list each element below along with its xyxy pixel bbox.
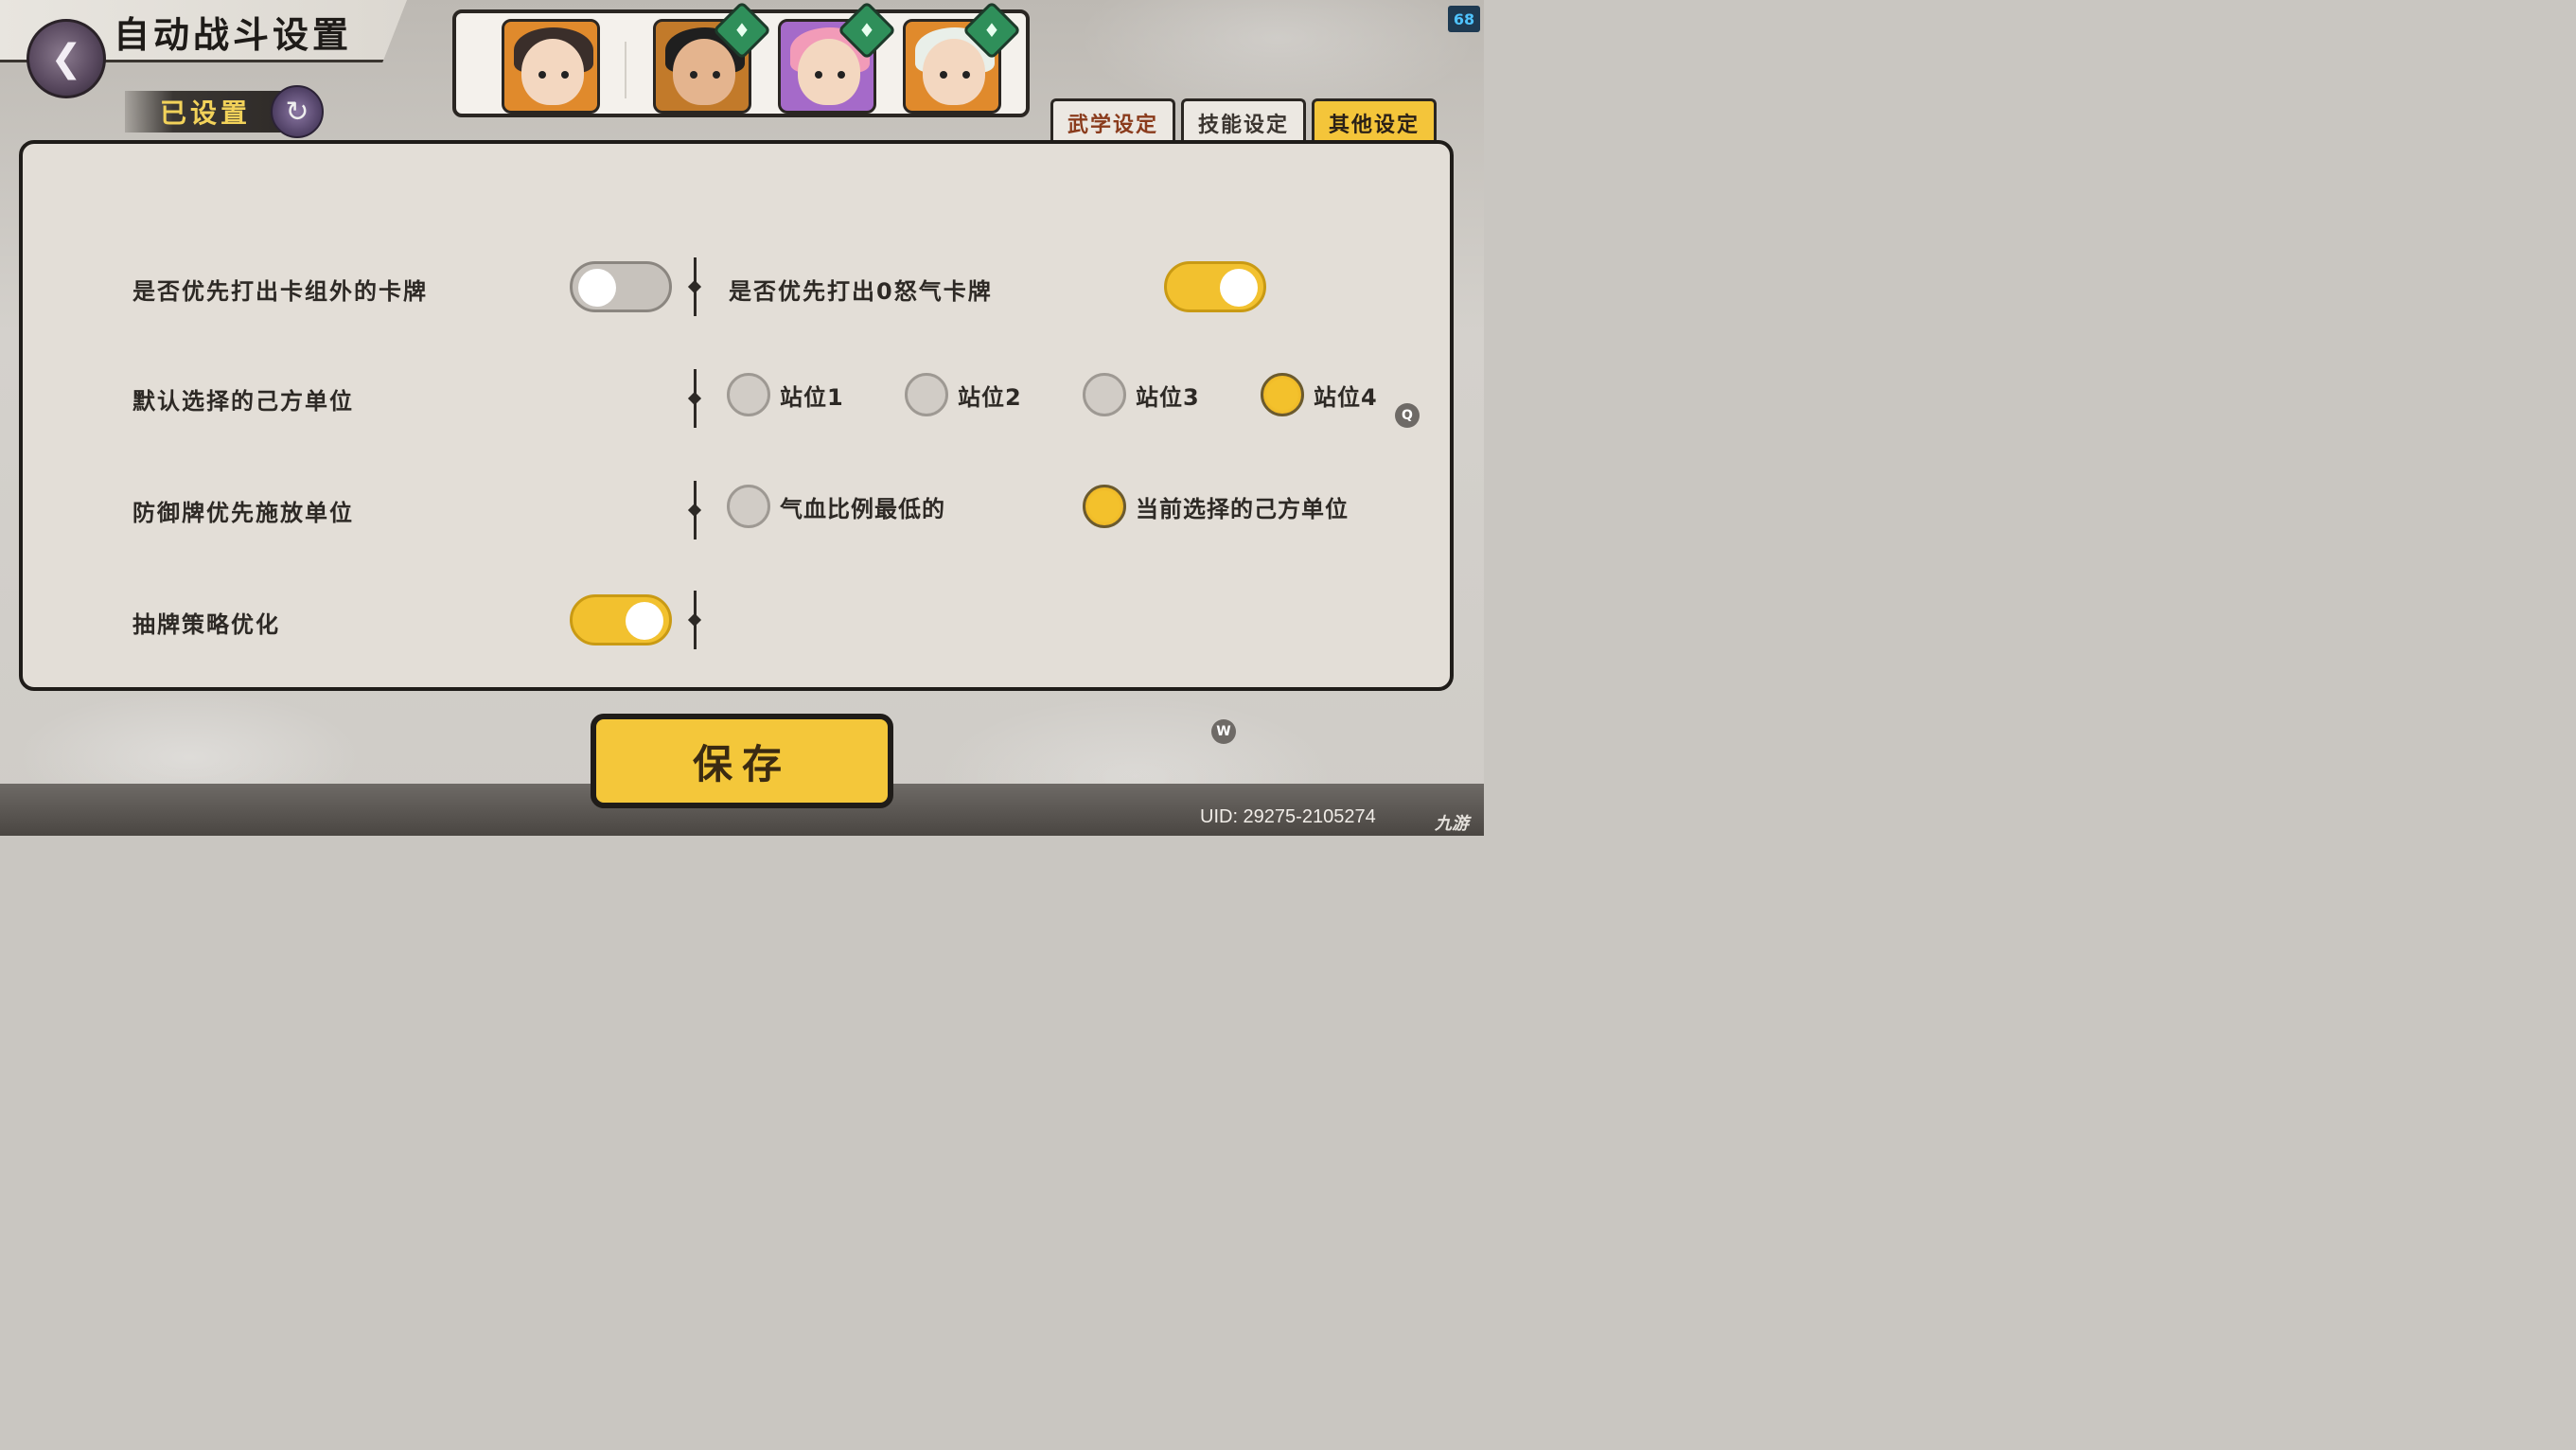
hero-lineup: ♦ ♦ ♦ [452, 0, 1030, 117]
watermark-logo: 九游 [1435, 814, 1469, 833]
radio-button-selected[interactable] [1083, 485, 1126, 528]
column-divider [694, 481, 697, 539]
setting-label-zero-rage: 是否优先打出0怒气卡牌 [729, 278, 993, 305]
toggle-offdeck[interactable] [570, 261, 672, 312]
user-id: UID: 29275-2105274 [1200, 806, 1376, 827]
status-badge: 已设置 [125, 91, 286, 133]
setting-label-default-unit: 默认选择的己方单位 [132, 388, 354, 415]
back-arrow-icon: ❮ [50, 37, 82, 80]
refresh-button[interactable]: ↻ [271, 85, 324, 138]
hotkey-q-hint: Q [1395, 403, 1420, 428]
setting-label-defense-target: 防御牌优先施放单位 [132, 500, 354, 526]
radio-current-unit[interactable]: 当前选择的己方单位 [1083, 485, 1349, 528]
hero-separator [625, 42, 626, 98]
radio-position-4[interactable]: 站位4 [1261, 373, 1378, 416]
radio-button[interactable] [905, 373, 948, 416]
back-button[interactable]: ❮ [26, 19, 106, 98]
toggle-knob [1220, 269, 1258, 307]
tab-martial[interactable]: 武学设定 [1050, 98, 1175, 144]
radio-lowest-hp[interactable]: 气血比例最低的 [727, 485, 945, 528]
radio-position-1[interactable]: 站位1 [727, 373, 844, 416]
refresh-icon: ↻ [285, 95, 309, 129]
toggle-knob [578, 269, 616, 307]
hotkey-w-hint: W [1211, 719, 1236, 744]
toggle-draw-strategy[interactable] [570, 594, 672, 645]
settings-panel: 是否优先打出卡组外的卡牌 是否优先打出0怒气卡牌 默认选择的己方单位 站位1 站… [19, 140, 1454, 691]
radio-position-2[interactable]: 站位2 [905, 373, 1022, 416]
page-title: 自动战斗设置 [114, 14, 353, 56]
tab-other[interactable]: 其他设定 [1312, 98, 1437, 144]
column-divider [694, 591, 697, 649]
radio-button-selected[interactable] [1261, 373, 1304, 416]
setting-label-draw-strategy: 抽牌策略优化 [132, 611, 280, 638]
radio-button[interactable] [727, 373, 770, 416]
save-button[interactable]: 保存 [591, 714, 893, 808]
radio-button[interactable] [1083, 373, 1126, 416]
radio-position-3[interactable]: 站位3 [1083, 373, 1200, 416]
tab-skills[interactable]: 技能设定 [1181, 98, 1306, 144]
column-divider [694, 257, 697, 316]
toggle-knob [626, 602, 663, 640]
hero-portrait-1[interactable] [502, 19, 600, 114]
setting-label-offdeck: 是否优先打出卡组外的卡牌 [132, 278, 428, 305]
settings-tabs: 武学设定 技能设定 其他设定 [1050, 98, 1437, 144]
toggle-zero-rage[interactable] [1164, 261, 1266, 312]
fps-counter: 68 [1448, 6, 1480, 32]
radio-button[interactable] [727, 485, 770, 528]
column-divider [694, 369, 697, 428]
